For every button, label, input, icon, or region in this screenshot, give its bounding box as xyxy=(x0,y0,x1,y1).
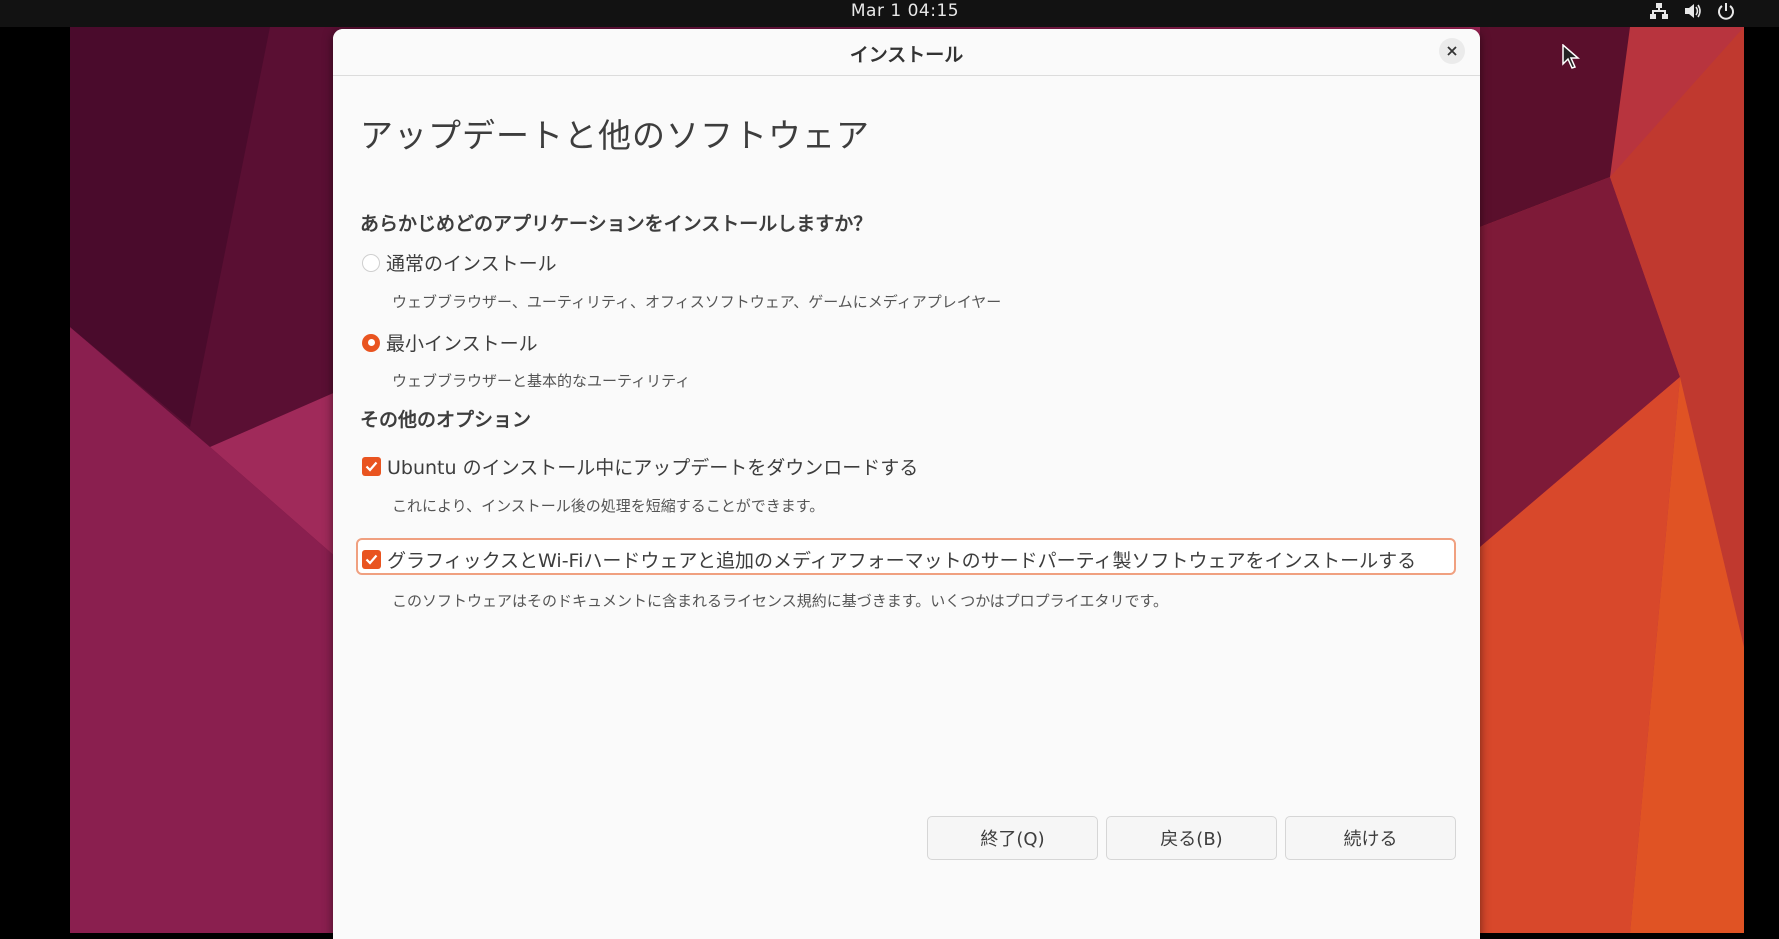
mouse-cursor-icon xyxy=(1562,43,1581,74)
close-icon xyxy=(1447,46,1457,56)
checkmark-icon xyxy=(365,554,378,565)
top-bar: Mar 1 04:15 xyxy=(0,0,1779,27)
install-type-question: あらかじめどのアプリケーションをインストールしますか？ xyxy=(360,213,873,235)
normal-install-label: 通常のインストール xyxy=(386,253,557,275)
third-party-option[interactable]: グラフィックスとWi-Fiハードウェアと追加のメディアフォーマットのサードパーテ… xyxy=(362,546,1416,573)
third-party-checkbox[interactable] xyxy=(362,550,381,569)
normal-install-option[interactable]: 通常のインストール xyxy=(362,249,557,276)
other-options-heading: その他のオプション xyxy=(360,409,532,431)
normal-install-radio[interactable] xyxy=(362,253,380,272)
dialog-title: インストール xyxy=(849,44,964,66)
download-updates-label: Ubuntu のインストール中にアップデートをダウンロードする xyxy=(387,457,919,479)
third-party-label: グラフィックスとWi-Fiハードウェアと追加のメディアフォーマットのサードパーテ… xyxy=(387,550,1417,572)
download-updates-checkbox[interactable] xyxy=(362,457,381,476)
screen-border-left xyxy=(0,0,70,933)
dialog-titlebar: インストール xyxy=(333,29,1480,76)
download-updates-desc: これにより、インストール後の処理を短縮することができます。 xyxy=(392,497,825,515)
page-title: アップデートと他のソフトウェア xyxy=(360,116,870,155)
minimal-install-radio[interactable] xyxy=(362,333,380,352)
normal-install-desc: ウェブブラウザー、ユーティリティ、オフィスソフトウェア、ゲームにメディアプレイヤ… xyxy=(392,293,1002,311)
continue-button[interactable]: 続ける xyxy=(1285,816,1456,860)
quit-button[interactable]: 終了(Q) xyxy=(927,816,1098,860)
back-button[interactable]: 戻る(B) xyxy=(1106,816,1277,860)
minimal-install-option[interactable]: 最小インストール xyxy=(362,329,538,356)
screen-border-right xyxy=(1744,0,1779,933)
third-party-desc: このソフトウェアはそのドキュメントに含まれるライセンス規約に基づきます。いくつか… xyxy=(392,592,1168,610)
download-updates-option[interactable]: Ubuntu のインストール中にアップデートをダウンロードする xyxy=(362,453,918,480)
system-tray[interactable] xyxy=(1649,2,1735,20)
close-button[interactable] xyxy=(1439,38,1465,64)
checkmark-icon xyxy=(365,461,378,472)
clock[interactable]: Mar 1 04:15 xyxy=(0,0,1779,22)
volume-icon[interactable] xyxy=(1683,2,1703,20)
installer-dialog: インストール アップデートと他のソフトウェア あらかじめどのアプリケーションをイ… xyxy=(333,29,1480,939)
power-icon[interactable] xyxy=(1717,2,1735,20)
minimal-install-desc: ウェブブラウザーと基本的なユーティリティ xyxy=(392,372,691,390)
network-icon[interactable] xyxy=(1649,2,1669,20)
minimal-install-label: 最小インストール xyxy=(386,333,538,355)
